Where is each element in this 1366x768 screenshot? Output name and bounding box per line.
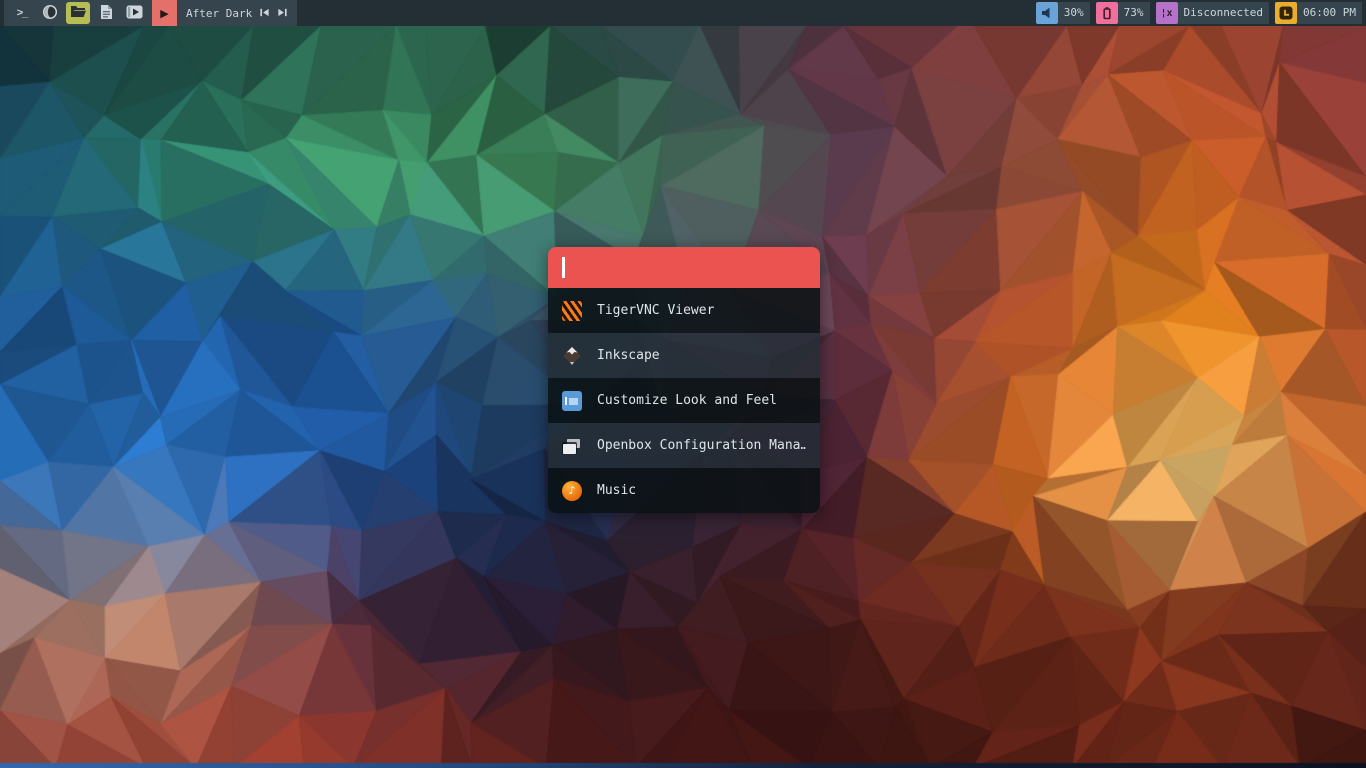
launcher-bar: >_ (4, 0, 152, 26)
play-icon: ▶ (160, 7, 168, 20)
terminal-launcher-button[interactable]: >_ (10, 2, 34, 24)
launcher-item-tigervnc[interactable]: TigerVNC Viewer (548, 288, 820, 333)
clock-icon (1275, 2, 1297, 24)
clock-time: 06:00 PM (1297, 2, 1362, 24)
media-player-widget: ▶ After Dark (152, 0, 297, 26)
browser-launcher-button[interactable] (38, 2, 62, 24)
network-disconnected-icon: ¦x (1156, 2, 1178, 24)
video-icon (126, 5, 143, 22)
track-title: After Dark (186, 7, 252, 20)
volume-level: 30% (1058, 2, 1090, 24)
appearance-settings-icon (562, 391, 582, 411)
tigervnc-icon (562, 301, 582, 321)
text-editor-launcher-button[interactable] (94, 2, 118, 24)
launcher-list: TigerVNC Viewer Inkscape Customize Look … (548, 288, 820, 513)
file-manager-launcher-button[interactable] (66, 2, 90, 24)
inkscape-icon (562, 346, 582, 366)
network-status: Disconnected (1178, 2, 1269, 24)
launcher-item-openbox-configuration[interactable]: Openbox Configuration Mana… (548, 423, 820, 468)
folder-icon (70, 4, 87, 22)
search-input[interactable] (548, 247, 820, 288)
previous-track-button[interactable] (259, 6, 270, 21)
music-icon: ♪ (562, 481, 582, 501)
launcher-item-label: Inkscape (597, 348, 660, 363)
launcher-item-music[interactable]: ♪ Music (548, 468, 820, 513)
top-panel: >_ ▶ After Dark (0, 0, 1366, 26)
launcher-item-label: TigerVNC Viewer (597, 303, 714, 318)
document-icon (99, 4, 113, 23)
openbox-windows-icon (562, 436, 582, 456)
next-track-icon (277, 6, 288, 21)
video-player-launcher-button[interactable] (122, 2, 146, 24)
play-button[interactable]: ▶ (152, 0, 177, 26)
next-track-button[interactable] (277, 6, 288, 21)
launcher-item-label: Openbox Configuration Mana… (597, 438, 806, 453)
volume-widget[interactable]: 30% (1036, 0, 1090, 26)
launcher-item-label: Music (597, 483, 636, 498)
media-info: After Dark (177, 0, 297, 26)
volume-icon (1036, 2, 1058, 24)
battery-icon (1096, 2, 1118, 24)
launcher-item-inkscape[interactable]: Inkscape (548, 333, 820, 378)
clock-widget[interactable]: 06:00 PM (1275, 0, 1362, 26)
browser-icon (42, 4, 58, 23)
terminal-icon: >_ (17, 7, 28, 19)
network-widget[interactable]: ¦x Disconnected (1156, 0, 1269, 26)
battery-level: 73% (1118, 2, 1150, 24)
previous-track-icon (259, 6, 270, 21)
text-cursor (562, 257, 565, 278)
launcher-item-label: Customize Look and Feel (597, 393, 777, 408)
app-launcher-window: TigerVNC Viewer Inkscape Customize Look … (548, 247, 820, 513)
launcher-item-customize-look-and-feel[interactable]: Customize Look and Feel (548, 378, 820, 423)
battery-widget[interactable]: 73% (1096, 0, 1150, 26)
